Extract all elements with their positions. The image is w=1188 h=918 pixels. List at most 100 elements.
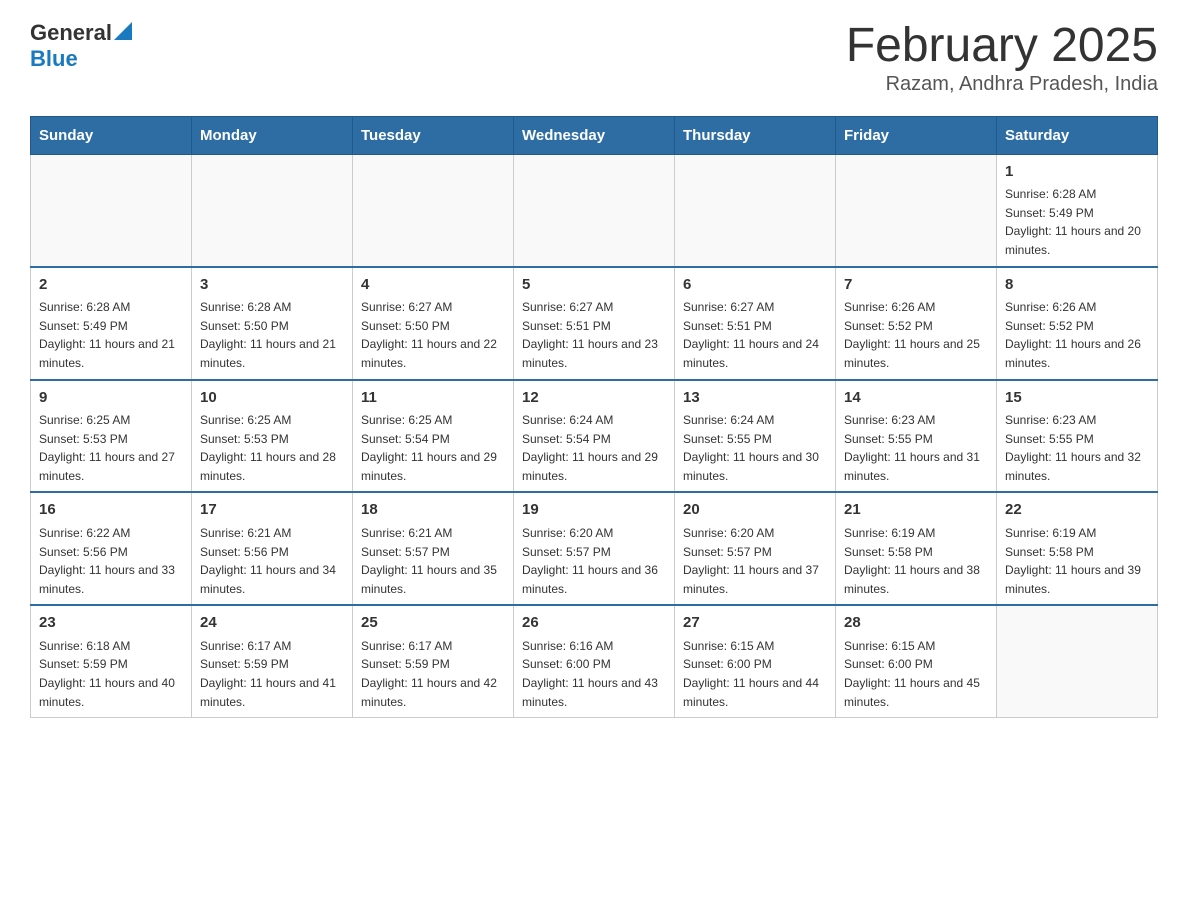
week-row-2: 2Sunrise: 6:28 AM Sunset: 5:49 PM Daylig… (31, 267, 1158, 380)
day-info: Sunrise: 6:26 AM Sunset: 5:52 PM Dayligh… (1005, 298, 1149, 372)
day-header-friday: Friday (836, 116, 997, 154)
day-info: Sunrise: 6:25 AM Sunset: 5:53 PM Dayligh… (200, 411, 344, 485)
day-info: Sunrise: 6:15 AM Sunset: 6:00 PM Dayligh… (844, 637, 988, 711)
calendar-cell: 22Sunrise: 6:19 AM Sunset: 5:58 PM Dayli… (997, 492, 1158, 605)
calendar-cell (836, 154, 997, 266)
day-number: 19 (522, 499, 666, 522)
day-header-wednesday: Wednesday (514, 116, 675, 154)
calendar-header-row: SundayMondayTuesdayWednesdayThursdayFrid… (31, 116, 1158, 154)
day-info: Sunrise: 6:21 AM Sunset: 5:56 PM Dayligh… (200, 524, 344, 598)
calendar-cell: 9Sunrise: 6:25 AM Sunset: 5:53 PM Daylig… (31, 380, 192, 493)
calendar-cell: 13Sunrise: 6:24 AM Sunset: 5:55 PM Dayli… (675, 380, 836, 493)
day-number: 25 (361, 612, 505, 635)
day-info: Sunrise: 6:16 AM Sunset: 6:00 PM Dayligh… (522, 637, 666, 711)
day-number: 17 (200, 499, 344, 522)
day-number: 15 (1005, 387, 1149, 410)
title-block: February 2025 Razam, Andhra Pradesh, Ind… (846, 20, 1158, 96)
day-info: Sunrise: 6:25 AM Sunset: 5:54 PM Dayligh… (361, 411, 505, 485)
day-info: Sunrise: 6:18 AM Sunset: 5:59 PM Dayligh… (39, 637, 183, 711)
calendar-cell: 26Sunrise: 6:16 AM Sunset: 6:00 PM Dayli… (514, 605, 675, 717)
calendar-cell: 21Sunrise: 6:19 AM Sunset: 5:58 PM Dayli… (836, 492, 997, 605)
day-info: Sunrise: 6:19 AM Sunset: 5:58 PM Dayligh… (1005, 524, 1149, 598)
week-row-1: 1Sunrise: 6:28 AM Sunset: 5:49 PM Daylig… (31, 154, 1158, 266)
day-number: 7 (844, 274, 988, 297)
calendar-cell: 2Sunrise: 6:28 AM Sunset: 5:49 PM Daylig… (31, 267, 192, 380)
day-info: Sunrise: 6:22 AM Sunset: 5:56 PM Dayligh… (39, 524, 183, 598)
day-number: 10 (200, 387, 344, 410)
calendar-cell: 4Sunrise: 6:27 AM Sunset: 5:50 PM Daylig… (353, 267, 514, 380)
calendar-cell: 6Sunrise: 6:27 AM Sunset: 5:51 PM Daylig… (675, 267, 836, 380)
calendar-cell: 8Sunrise: 6:26 AM Sunset: 5:52 PM Daylig… (997, 267, 1158, 380)
day-number: 22 (1005, 499, 1149, 522)
day-info: Sunrise: 6:15 AM Sunset: 6:00 PM Dayligh… (683, 637, 827, 711)
calendar-table: SundayMondayTuesdayWednesdayThursdayFrid… (30, 116, 1158, 718)
calendar-cell: 27Sunrise: 6:15 AM Sunset: 6:00 PM Dayli… (675, 605, 836, 717)
calendar-cell: 10Sunrise: 6:25 AM Sunset: 5:53 PM Dayli… (192, 380, 353, 493)
calendar-cell (514, 154, 675, 266)
day-info: Sunrise: 6:28 AM Sunset: 5:49 PM Dayligh… (39, 298, 183, 372)
day-header-monday: Monday (192, 116, 353, 154)
calendar-title: February 2025 (846, 20, 1158, 73)
day-number: 2 (39, 274, 183, 297)
logo: General Blue (30, 20, 132, 72)
calendar-cell: 7Sunrise: 6:26 AM Sunset: 5:52 PM Daylig… (836, 267, 997, 380)
day-number: 16 (39, 499, 183, 522)
calendar-cell (675, 154, 836, 266)
calendar-cell: 14Sunrise: 6:23 AM Sunset: 5:55 PM Dayli… (836, 380, 997, 493)
logo-triangle-icon (114, 22, 132, 40)
week-row-5: 23Sunrise: 6:18 AM Sunset: 5:59 PM Dayli… (31, 605, 1158, 717)
calendar-cell: 1Sunrise: 6:28 AM Sunset: 5:49 PM Daylig… (997, 154, 1158, 266)
day-info: Sunrise: 6:27 AM Sunset: 5:51 PM Dayligh… (683, 298, 827, 372)
calendar-cell: 12Sunrise: 6:24 AM Sunset: 5:54 PM Dayli… (514, 380, 675, 493)
day-info: Sunrise: 6:26 AM Sunset: 5:52 PM Dayligh… (844, 298, 988, 372)
calendar-cell: 20Sunrise: 6:20 AM Sunset: 5:57 PM Dayli… (675, 492, 836, 605)
day-info: Sunrise: 6:23 AM Sunset: 5:55 PM Dayligh… (844, 411, 988, 485)
day-info: Sunrise: 6:20 AM Sunset: 5:57 PM Dayligh… (683, 524, 827, 598)
day-number: 20 (683, 499, 827, 522)
calendar-cell: 16Sunrise: 6:22 AM Sunset: 5:56 PM Dayli… (31, 492, 192, 605)
day-info: Sunrise: 6:24 AM Sunset: 5:54 PM Dayligh… (522, 411, 666, 485)
day-info: Sunrise: 6:20 AM Sunset: 5:57 PM Dayligh… (522, 524, 666, 598)
calendar-cell: 15Sunrise: 6:23 AM Sunset: 5:55 PM Dayli… (997, 380, 1158, 493)
calendar-cell: 3Sunrise: 6:28 AM Sunset: 5:50 PM Daylig… (192, 267, 353, 380)
day-header-saturday: Saturday (997, 116, 1158, 154)
day-number: 27 (683, 612, 827, 635)
day-number: 8 (1005, 274, 1149, 297)
day-info: Sunrise: 6:27 AM Sunset: 5:50 PM Dayligh… (361, 298, 505, 372)
day-number: 28 (844, 612, 988, 635)
calendar-cell (192, 154, 353, 266)
day-header-tuesday: Tuesday (353, 116, 514, 154)
logo-blue: Blue (30, 46, 78, 72)
calendar-cell: 28Sunrise: 6:15 AM Sunset: 6:00 PM Dayli… (836, 605, 997, 717)
day-number: 18 (361, 499, 505, 522)
calendar-cell (997, 605, 1158, 717)
calendar-cell: 23Sunrise: 6:18 AM Sunset: 5:59 PM Dayli… (31, 605, 192, 717)
calendar-cell: 19Sunrise: 6:20 AM Sunset: 5:57 PM Dayli… (514, 492, 675, 605)
calendar-cell: 11Sunrise: 6:25 AM Sunset: 5:54 PM Dayli… (353, 380, 514, 493)
calendar-location: Razam, Andhra Pradesh, India (846, 73, 1158, 96)
day-number: 3 (200, 274, 344, 297)
calendar-cell (31, 154, 192, 266)
day-info: Sunrise: 6:17 AM Sunset: 5:59 PM Dayligh… (361, 637, 505, 711)
day-number: 23 (39, 612, 183, 635)
calendar-cell: 25Sunrise: 6:17 AM Sunset: 5:59 PM Dayli… (353, 605, 514, 717)
day-info: Sunrise: 6:25 AM Sunset: 5:53 PM Dayligh… (39, 411, 183, 485)
day-info: Sunrise: 6:21 AM Sunset: 5:57 PM Dayligh… (361, 524, 505, 598)
calendar-cell: 18Sunrise: 6:21 AM Sunset: 5:57 PM Dayli… (353, 492, 514, 605)
calendar-cell: 17Sunrise: 6:21 AM Sunset: 5:56 PM Dayli… (192, 492, 353, 605)
day-number: 24 (200, 612, 344, 635)
day-number: 12 (522, 387, 666, 410)
day-info: Sunrise: 6:27 AM Sunset: 5:51 PM Dayligh… (522, 298, 666, 372)
day-number: 21 (844, 499, 988, 522)
day-number: 9 (39, 387, 183, 410)
day-info: Sunrise: 6:28 AM Sunset: 5:49 PM Dayligh… (1005, 185, 1149, 259)
day-header-thursday: Thursday (675, 116, 836, 154)
day-number: 14 (844, 387, 988, 410)
calendar-cell: 5Sunrise: 6:27 AM Sunset: 5:51 PM Daylig… (514, 267, 675, 380)
day-header-sunday: Sunday (31, 116, 192, 154)
calendar-cell (353, 154, 514, 266)
day-info: Sunrise: 6:19 AM Sunset: 5:58 PM Dayligh… (844, 524, 988, 598)
day-info: Sunrise: 6:24 AM Sunset: 5:55 PM Dayligh… (683, 411, 827, 485)
day-number: 11 (361, 387, 505, 410)
day-number: 5 (522, 274, 666, 297)
